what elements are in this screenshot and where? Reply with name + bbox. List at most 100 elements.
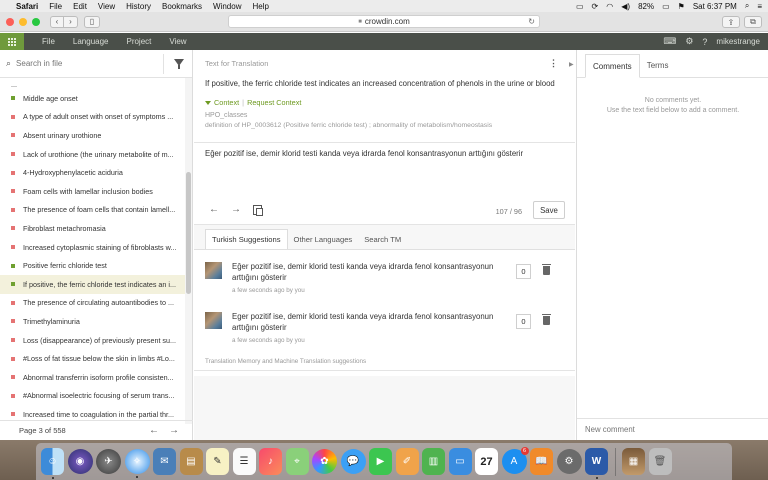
close-window-icon[interactable]	[6, 17, 14, 26]
tabs-overview-button[interactable]: ⧉	[744, 16, 762, 28]
next-page-icon[interactable]: →	[169, 425, 179, 436]
translation-textarea[interactable]: Eğer pozitif ise, demir klorid testi kan…	[205, 149, 570, 158]
list-item[interactable]: 4-Hydroxyphenylacetic aciduria	[0, 163, 186, 182]
suggestion-item[interactable]: Eger pozitif ise, demir klorid testi kan…	[205, 304, 565, 354]
copy-source-icon[interactable]	[253, 204, 263, 216]
list-item[interactable]: Trimethylaminuria	[0, 312, 186, 331]
numbers-icon[interactable]: ▥	[422, 448, 445, 475]
calendar-icon[interactable]: 27	[475, 448, 498, 475]
tab-other-languages[interactable]: Other Languages	[288, 229, 359, 249]
list-item[interactable]: Fibroblast metachromasia	[0, 219, 186, 238]
scrollbar-thumb[interactable]	[186, 172, 191, 294]
list-item-selected[interactable]: If positive, the ferric chloride test in…	[0, 274, 186, 294]
menu-bookmarks[interactable]: Bookmarks	[162, 2, 202, 11]
reminders-icon[interactable]: ☰	[232, 448, 256, 475]
search-input[interactable]	[16, 59, 147, 68]
maps-icon[interactable]: ⌖	[285, 448, 309, 475]
list-item[interactable]: Abnormal transferrin isoform profile con…	[0, 368, 186, 387]
mail-photo-icon[interactable]: ✉	[153, 448, 176, 475]
next-string-icon[interactable]: →	[231, 204, 241, 215]
list-item[interactable]: Loss (disappearance) of previously prese…	[0, 331, 186, 350]
app-store-icon[interactable]: A6	[501, 447, 529, 474]
context-link[interactable]: Context	[214, 98, 239, 107]
list-item-partial[interactable]: ...	[0, 78, 186, 89]
trash-bin-icon[interactable]: 🗑	[648, 448, 672, 475]
vote-count[interactable]: 0	[516, 314, 531, 329]
notification-center-icon[interactable]: ≡	[757, 2, 762, 11]
list-item[interactable]: Increased cytoplasmic staining of fibrob…	[0, 238, 186, 257]
system-preferences-icon[interactable]: ⚙	[556, 449, 582, 474]
previous-string-icon[interactable]: ←	[209, 204, 219, 215]
reload-icon[interactable]: ↻	[528, 17, 535, 26]
sidebar-toggle-button[interactable]: ▯	[84, 15, 100, 28]
list-item[interactable]: Lack of urothione (the urinary metabolit…	[0, 145, 186, 164]
address-bar[interactable]: ■ crowdin.com ↻	[228, 15, 540, 28]
username[interactable]: mikestrange	[716, 37, 760, 46]
menu-app-name[interactable]: Safari	[16, 2, 38, 11]
forward-button[interactable]: ›	[64, 15, 78, 28]
list-item[interactable]: Middle age onset	[0, 89, 186, 108]
more-options-icon[interactable]: ⋮	[549, 58, 558, 69]
volume-icon[interactable]: ◀)	[621, 2, 630, 11]
photos-icon[interactable]: ✿	[312, 449, 337, 474]
list-item[interactable]: The presence of circulating autoantibodi…	[0, 294, 186, 313]
messages-icon[interactable]: 💬	[340, 449, 366, 474]
list-item[interactable]: Foam cells with lamellar inclusion bodie…	[0, 182, 186, 201]
facetime-icon[interactable]: ▶	[369, 448, 392, 475]
word-icon[interactable]: W	[585, 448, 608, 479]
tab-terms[interactable]: Terms	[640, 53, 676, 77]
list-item[interactable]: A type of adult onset with onset of symp…	[0, 108, 186, 127]
pages-icon[interactable]: ✐	[395, 448, 419, 475]
help-icon[interactable]: ?	[702, 37, 707, 47]
menu-view[interactable]: View	[98, 2, 115, 11]
tab-comments[interactable]: Comments	[585, 54, 640, 78]
list-item[interactable]: The presence of foam cells that contain …	[0, 201, 186, 220]
menu-window[interactable]: Window	[213, 2, 241, 11]
menu-edit[interactable]: Edit	[73, 2, 87, 11]
previous-page-icon[interactable]: ←	[149, 425, 159, 436]
menubar-clock[interactable]: Sat 6:37 PM	[693, 2, 737, 11]
save-button[interactable]: Save	[533, 201, 565, 219]
trash-icon[interactable]	[542, 264, 551, 275]
launchpad-icon[interactable]: ✈	[96, 449, 121, 474]
share-button[interactable]: ⇪	[722, 16, 740, 28]
apps-menu-button[interactable]	[0, 33, 24, 50]
tab-turkish-suggestions[interactable]: Turkish Suggestions	[205, 229, 288, 249]
notes-icon[interactable]: ✎	[206, 448, 229, 475]
menu-file[interactable]: File	[49, 2, 62, 11]
keynote-icon[interactable]: ▭	[448, 448, 472, 475]
siri-icon[interactable]: ◉	[67, 449, 93, 474]
back-button[interactable]: ‹	[50, 15, 64, 28]
tab-search-tm[interactable]: Search TM	[358, 229, 407, 249]
sync-icon[interactable]: ⟳	[592, 2, 599, 11]
minimize-window-icon[interactable]	[19, 17, 27, 26]
filter-icon[interactable]	[174, 59, 184, 69]
list-item[interactable]: #Loss of fat tissue below the skin in li…	[0, 349, 186, 368]
safari-icon[interactable]: ✧	[124, 449, 150, 478]
wifi-icon[interactable]: ◠	[606, 2, 613, 11]
keyboard-icon[interactable]: ⌨	[663, 36, 676, 47]
request-context-link[interactable]: Request Context	[247, 98, 301, 107]
menu-help[interactable]: Help	[252, 2, 268, 11]
trash-icon[interactable]	[542, 314, 551, 325]
list-item[interactable]: Absent urinary urothione	[0, 126, 186, 145]
books-icon[interactable]: 📖	[530, 448, 553, 475]
vote-count[interactable]: 0	[516, 264, 531, 279]
list-item[interactable]: Positive ferric chloride test	[0, 256, 186, 275]
battery-icon[interactable]: ▭	[662, 2, 670, 11]
app-menu-project[interactable]: Project	[126, 37, 151, 46]
finder-icon[interactable]: ☺	[41, 448, 64, 479]
music-icon[interactable]: ♪	[259, 448, 282, 475]
menu-history[interactable]: History	[126, 2, 151, 11]
app-menu-language[interactable]: Language	[73, 37, 109, 46]
new-comment-input[interactable]	[585, 425, 755, 434]
gear-icon[interactable]: ⚙	[685, 36, 693, 47]
collapse-right-panel-icon[interactable]: ▶	[569, 61, 574, 68]
list-item[interactable]: #Abnormal isoelectric focusing of serum …	[0, 387, 186, 406]
suggestion-item[interactable]: Eğer pozitif ise, demir klorid testi kan…	[205, 254, 565, 304]
battery-percent[interactable]: 82%	[638, 2, 654, 11]
screen-share-icon[interactable]: ▭	[576, 2, 584, 11]
flag-icon[interactable]: ⚑	[678, 2, 685, 11]
contacts-icon[interactable]: ▤	[179, 448, 203, 475]
app-menu-file[interactable]: File	[42, 37, 55, 46]
